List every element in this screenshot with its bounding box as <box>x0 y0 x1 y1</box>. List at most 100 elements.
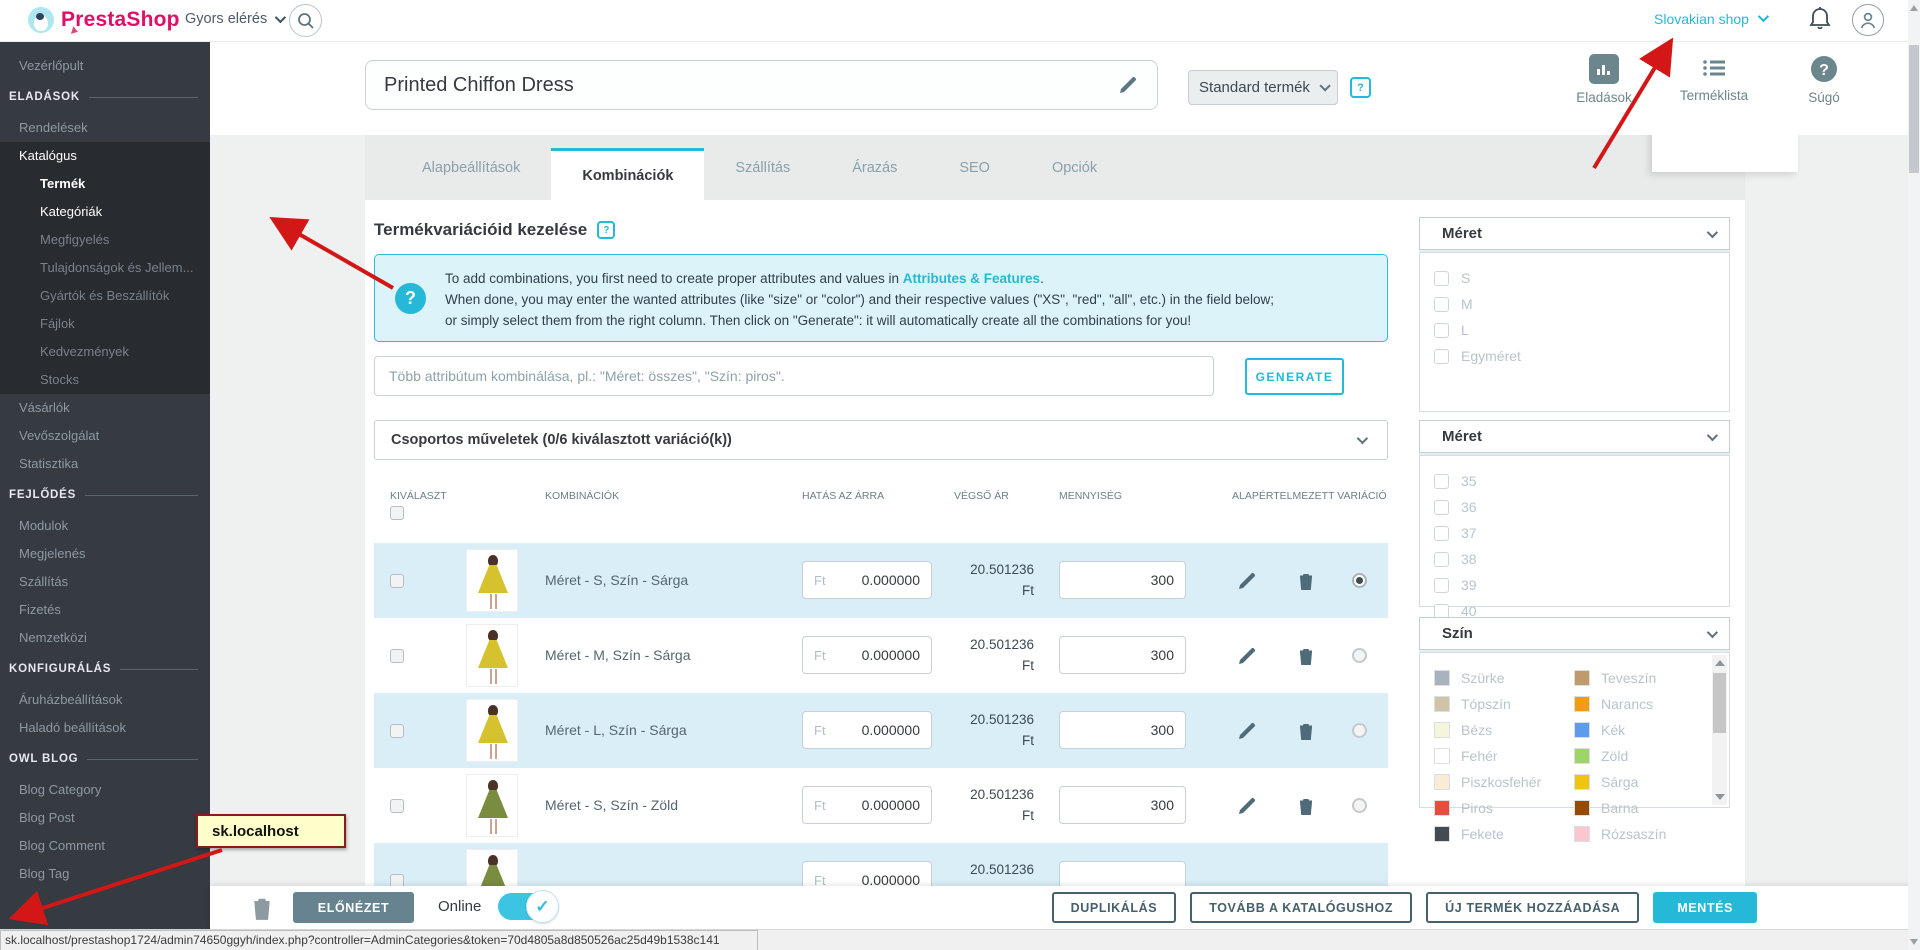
help-shortcut[interactable]: ? Súgó <box>1782 54 1866 105</box>
row-checkbox[interactable] <box>390 649 404 663</box>
notifications-button[interactable] <box>1808 6 1832 37</box>
tab-basic-settings[interactable]: Alapbeállítások <box>391 135 551 200</box>
tab-seo[interactable]: SEO <box>928 135 1021 200</box>
attributes-features-link[interactable]: Attributes & Features <box>903 271 1040 286</box>
sidebar-item-stocks[interactable]: Stocks <box>0 366 210 394</box>
tab-options[interactable]: Opciók <box>1021 135 1128 200</box>
default-variant-radio[interactable] <box>1352 723 1367 738</box>
quantity-field[interactable] <box>1059 861 1186 886</box>
go-to-catalog-button[interactable]: TOVÁBB A KATALÓGUSHOZ <box>1190 892 1413 923</box>
row-checkbox[interactable] <box>390 724 404 738</box>
sidebar-item-blog-category[interactable]: Blog Category <box>0 776 210 804</box>
duplicate-button[interactable]: DUPLIKÁLÁS <box>1051 892 1177 923</box>
edit-icon[interactable] <box>1236 720 1258 742</box>
color-option[interactable]: Barna <box>1574 795 1714 821</box>
sidebar-item-monitoring[interactable]: Megfigyelés <box>0 226 210 254</box>
delete-icon[interactable] <box>1295 795 1317 817</box>
color-option[interactable]: Teveszín <box>1574 665 1714 691</box>
bulk-actions-dropdown[interactable]: Csoportos műveletek (0/6 kiválasztott va… <box>374 420 1388 460</box>
row-checkbox[interactable] <box>390 799 404 813</box>
scroll-down-arrow-icon[interactable] <box>1910 939 1918 945</box>
select-all-checkbox[interactable] <box>390 506 404 520</box>
scroll-up-arrow-icon[interactable] <box>1715 660 1725 666</box>
price-impact-field[interactable]: Ft 0.000000 <box>802 561 932 599</box>
color-option[interactable]: Bézs <box>1434 717 1574 743</box>
edit-icon[interactable] <box>1236 795 1258 817</box>
option-checkbox[interactable] <box>1434 296 1449 312</box>
sidebar-item-blog-post[interactable]: Blog Post <box>0 804 210 832</box>
price-impact-field[interactable]: Ft 0.000000 <box>802 861 932 886</box>
attribute-option[interactable]: 39 <box>1434 572 1729 598</box>
attribute-option[interactable]: M <box>1434 291 1729 317</box>
attribute-option[interactable]: 35 <box>1434 468 1729 494</box>
edit-icon[interactable] <box>1236 570 1258 592</box>
option-checkbox[interactable] <box>1434 473 1449 489</box>
sidebar-item-files[interactable]: Fájlok <box>0 310 210 338</box>
user-menu-button[interactable] <box>1852 4 1884 36</box>
option-checkbox[interactable] <box>1434 577 1449 593</box>
color-panel-header[interactable]: Szín <box>1419 617 1730 650</box>
attribute-combination-input[interactable] <box>374 356 1214 396</box>
color-option[interactable]: Piszkosfehér <box>1434 769 1574 795</box>
window-scrollbar[interactable] <box>1908 0 1920 950</box>
color-option[interactable]: Sárga <box>1574 769 1714 795</box>
sidebar-item-shipping[interactable]: Szállítás <box>0 568 210 596</box>
color-option[interactable]: Narancs <box>1574 691 1714 717</box>
combinations-help-icon[interactable]: ? <box>597 221 616 239</box>
save-button[interactable]: MENTÉS <box>1653 892 1757 923</box>
sidebar-item-design[interactable]: Megjelenés <box>0 540 210 568</box>
option-checkbox[interactable] <box>1434 348 1449 364</box>
sales-shortcut[interactable]: Eladások <box>1562 54 1646 105</box>
product-list-shortcut[interactable]: Terméklista <box>1672 54 1756 105</box>
generate-button[interactable]: GENERATE <box>1245 358 1344 395</box>
edit-icon[interactable] <box>1236 645 1258 667</box>
option-checkbox[interactable] <box>1434 525 1449 541</box>
scrollbar-thumb[interactable] <box>1909 45 1919 173</box>
size-panel-1-header[interactable]: Méret <box>1419 217 1730 250</box>
sidebar-item-orders[interactable]: Rendelések <box>0 114 210 142</box>
delete-icon[interactable] <box>1295 720 1317 742</box>
row-checkbox[interactable] <box>390 874 404 886</box>
option-checkbox[interactable] <box>1434 499 1449 515</box>
default-variant-radio[interactable] <box>1352 648 1367 663</box>
price-impact-field[interactable]: Ft 0.000000 <box>802 636 932 674</box>
sidebar-item-shop-parameters[interactable]: Áruházbeállítások <box>0 686 210 714</box>
delete-product-icon[interactable] <box>250 895 274 921</box>
color-option[interactable]: Fekete <box>1434 821 1574 847</box>
color-option[interactable]: Fehér <box>1434 743 1574 769</box>
color-option[interactable]: Tópszín <box>1434 691 1574 717</box>
attribute-option[interactable]: 36 <box>1434 494 1729 520</box>
shop-selector[interactable]: Slovakian shop <box>1654 10 1770 27</box>
attribute-option[interactable]: 38 <box>1434 546 1729 572</box>
scroll-down-arrow-icon[interactable] <box>1715 794 1725 800</box>
option-checkbox[interactable] <box>1434 551 1449 567</box>
color-option[interactable]: Rózsaszín <box>1574 821 1714 847</box>
attribute-option[interactable]: L <box>1434 317 1729 343</box>
sidebar-item-dashboard[interactable]: Vezérlőpult <box>0 52 210 80</box>
quantity-field[interactable] <box>1059 711 1186 749</box>
row-checkbox[interactable] <box>390 574 404 588</box>
option-checkbox[interactable] <box>1434 270 1449 286</box>
sidebar-item-payment[interactable]: Fizetés <box>0 596 210 624</box>
sidebar-item-brands-suppliers[interactable]: Gyártók és Beszállítók <box>0 282 210 310</box>
sidebar-item-discounts[interactable]: Kedvezmények <box>0 338 210 366</box>
tab-combinations[interactable]: Kombinációk <box>551 148 705 200</box>
product-type-select[interactable]: Standard termék <box>1188 70 1338 105</box>
quantity-field[interactable] <box>1059 786 1186 824</box>
scrollbar-thumb[interactable] <box>1713 673 1726 733</box>
scroll-up-arrow-icon[interactable] <box>1910 5 1918 11</box>
sidebar-item-customer-service[interactable]: Vevőszolgálat <box>0 422 210 450</box>
color-option[interactable]: Zöld <box>1574 743 1714 769</box>
delete-icon[interactable] <box>1295 645 1317 667</box>
option-checkbox[interactable] <box>1434 322 1449 338</box>
default-variant-radio[interactable] <box>1352 573 1367 588</box>
sidebar-item-stats[interactable]: Statisztika <box>0 450 210 478</box>
tab-pricing[interactable]: Árazás <box>821 135 928 200</box>
size-panel-2-header[interactable]: Méret <box>1419 420 1730 453</box>
sidebar-item-blog-comment[interactable]: Blog Comment <box>0 832 210 860</box>
sidebar-item-catalog[interactable]: Katalógus <box>0 142 210 170</box>
online-toggle[interactable]: ✓ <box>498 890 559 923</box>
sidebar-item-customers[interactable]: Vásárlók <box>0 394 210 422</box>
preview-button[interactable]: ELŐNÉZET <box>293 892 414 923</box>
price-impact-field[interactable]: Ft 0.000000 <box>802 711 932 749</box>
